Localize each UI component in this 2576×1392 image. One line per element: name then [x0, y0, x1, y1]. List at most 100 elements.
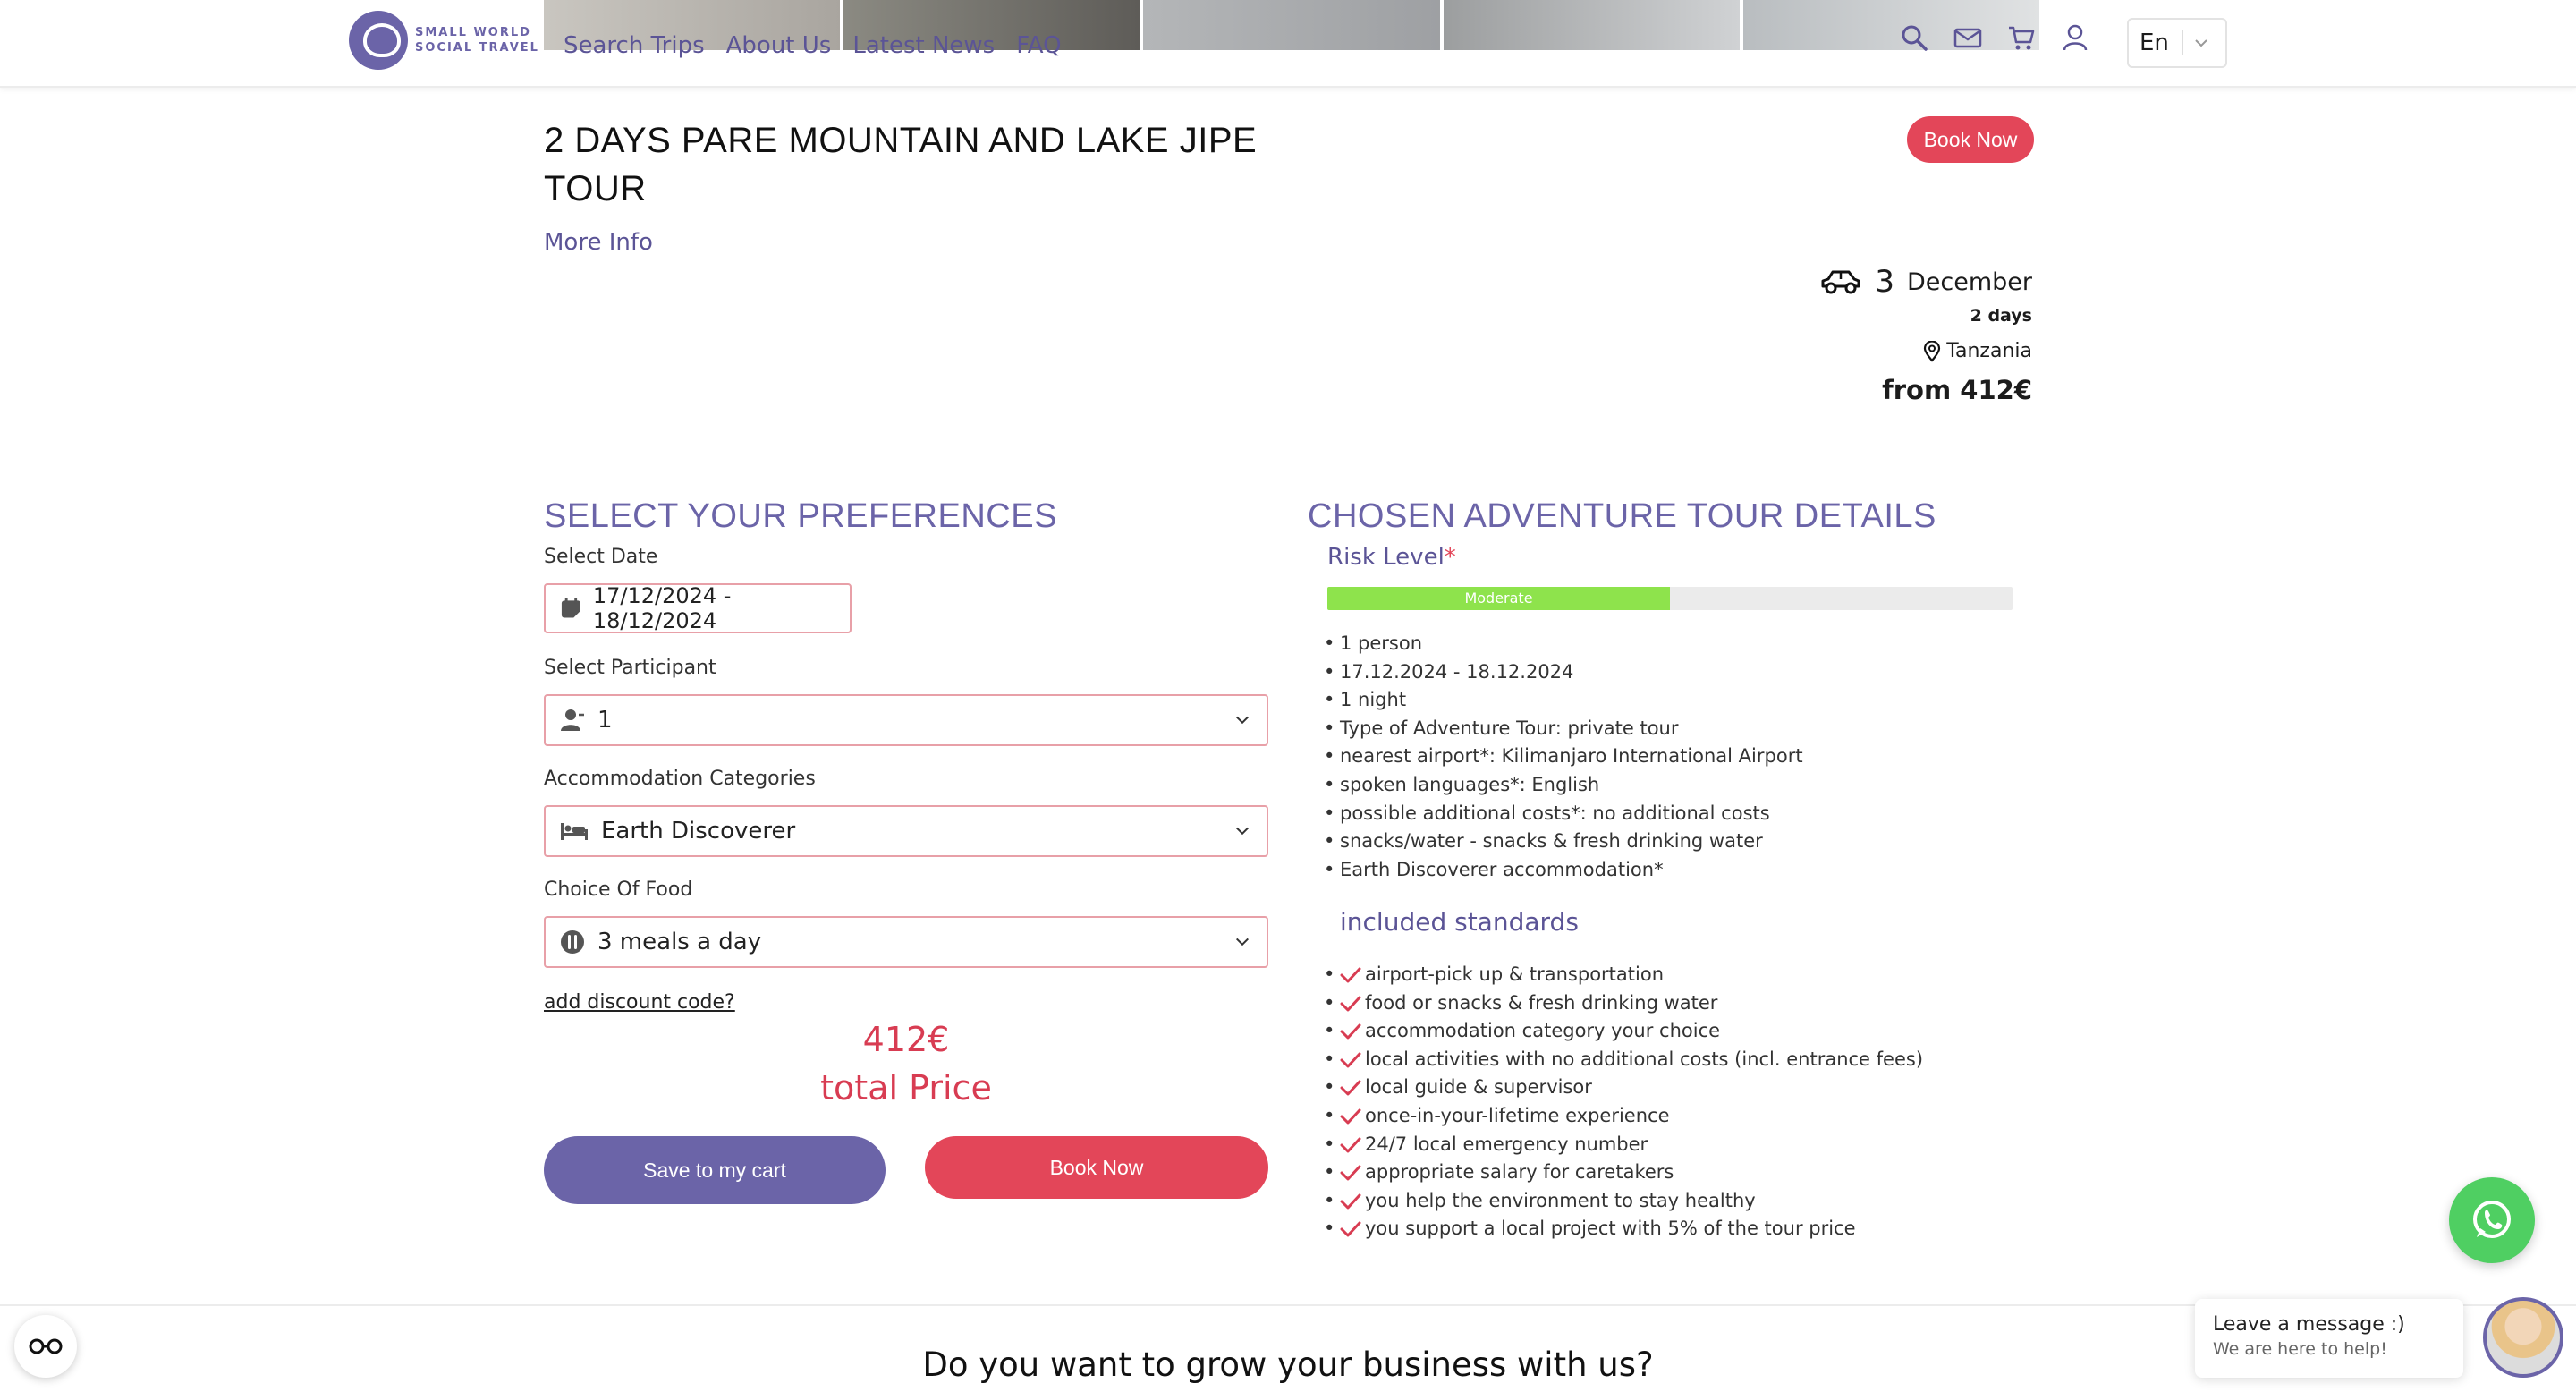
food-select[interactable]: 3 meals a day	[544, 916, 1268, 968]
book-now-top-button[interactable]: Book Now	[1907, 116, 2034, 163]
heart-logo-icon	[349, 11, 408, 70]
included-standard-item: 24/7 local emergency number	[1324, 1131, 1923, 1159]
participant-value: 1	[597, 707, 613, 734]
language-select[interactable]: En	[2127, 18, 2227, 68]
trip-date-row: 3 December	[1819, 261, 2032, 302]
checkmark-icon	[1340, 1193, 1361, 1210]
section-divider	[0, 1304, 2576, 1306]
trip-title: 2 DAYS PARE MOUNTAIN AND LAKE JIPE TOUR	[544, 121, 1258, 208]
checkmark-icon	[1340, 1137, 1361, 1153]
calendar-icon	[561, 598, 580, 618]
chevron-down-icon	[1235, 827, 1250, 836]
more-info-link[interactable]: More Info	[544, 229, 653, 256]
preferences-title: SELECT YOUR PREFERENCES	[544, 497, 1057, 535]
food-value: 3 meals a day	[597, 929, 762, 955]
risk-level-fill: Moderate	[1327, 587, 1670, 610]
included-standards-title: included standards	[1340, 907, 1579, 937]
discount-code-link[interactable]: add discount code?	[544, 991, 735, 1014]
included-standard-item: appropriate salary for caretakers	[1324, 1159, 1923, 1187]
nav-faq[interactable]: FAQ	[1016, 32, 1061, 59]
cutlery-icon	[561, 930, 584, 954]
checkmark-icon	[1340, 1052, 1361, 1068]
trip-meta: 3 December 2 days Tanzania from 412€	[1819, 261, 2032, 405]
tour-detail-item: possible additional costs*: no additiona…	[1324, 800, 1803, 828]
chat-subtitle: We are here to help!	[2213, 1339, 2387, 1359]
trip-country-row: Tanzania	[1819, 340, 2032, 362]
grow-business-heading: Do you want to grow your business with u…	[922, 1345, 1654, 1384]
participant-select[interactable]: 1	[544, 694, 1268, 746]
hero-image-tile	[1443, 0, 1740, 50]
tour-detail-item: nearest airport*: Kilimanjaro Internatio…	[1324, 743, 1803, 771]
included-standard-item: once-in-your-lifetime experience	[1324, 1102, 1923, 1131]
risk-level-label: Risk Level*	[1327, 544, 1456, 571]
hero-image-tile	[1143, 0, 1440, 50]
nav-search-trips[interactable]: Search Trips	[564, 32, 705, 59]
tour-detail-item: 17.12.2024 - 18.12.2024	[1324, 658, 1803, 687]
included-standards-list: airport-pick up & transportation food or …	[1324, 961, 1924, 1243]
food-label: Choice Of Food	[544, 878, 693, 901]
site-header: SMALL WORLD SOCIAL TRAVEL Search Trips A…	[0, 0, 2576, 88]
location-pin-icon	[1924, 340, 1941, 362]
whatsapp-button[interactable]	[2449, 1177, 2535, 1263]
included-standard-item: local guide & supervisor	[1324, 1074, 1923, 1102]
chat-agent-avatar[interactable]	[2483, 1297, 2563, 1378]
risk-level-text: Risk Level	[1327, 544, 1445, 571]
checkmark-icon	[1340, 996, 1361, 1012]
tour-details-title: CHOSEN ADVENTURE TOUR DETAILS	[1308, 497, 1936, 535]
trip-duration: 2 days	[1970, 306, 2032, 326]
accommodation-value: Earth Discoverer	[601, 818, 796, 845]
tour-detail-item: Earth Discoverer accommodation*	[1324, 856, 1803, 885]
language-divider	[2181, 30, 2183, 55]
included-standard-text: you help the environment to stay healthy	[1365, 1189, 1756, 1211]
main-nav: Search Trips About Us Latest News FAQ	[564, 32, 1062, 59]
tour-detail-item: spoken languages*: English	[1324, 771, 1803, 800]
date-range-input[interactable]: 17/12/2024 - 18/12/2024	[544, 583, 852, 633]
included-standard-item: you support a local project with 5% of t…	[1324, 1215, 1923, 1243]
user-icon[interactable]	[2061, 23, 2089, 52]
car-icon	[1821, 270, 1860, 294]
whatsapp-icon	[2473, 1201, 2511, 1238]
included-standard-text: local guide & supervisor	[1365, 1076, 1592, 1099]
trip-day-number: 3	[1875, 264, 1894, 300]
accommodation-label: Accommodation Categories	[544, 768, 816, 790]
included-standard-item: local activities with no additional cost…	[1324, 1046, 1924, 1074]
included-standard-item: food or snacks & fresh drinking water	[1324, 989, 1923, 1018]
tour-detail-item: 1 night	[1324, 686, 1803, 715]
included-standard-text: appropriate salary for caretakers	[1365, 1161, 1674, 1184]
included-standard-text: once-in-your-lifetime experience	[1365, 1104, 1670, 1126]
accessibility-button[interactable]	[14, 1315, 77, 1378]
cart-icon[interactable]	[2007, 23, 2036, 52]
brand-logo[interactable]: SMALL WORLD SOCIAL TRAVEL	[349, 11, 539, 70]
checkmark-icon	[1340, 1108, 1361, 1125]
participant-label: Select Participant	[544, 657, 716, 679]
chevron-down-icon	[1235, 716, 1250, 725]
logo-line-1: SMALL WORLD	[415, 26, 531, 39]
person-icon	[561, 709, 584, 731]
total-price-amount: 412€	[862, 1020, 950, 1059]
included-standard-item: you help the environment to stay healthy	[1324, 1187, 1923, 1216]
nav-latest-news[interactable]: Latest News	[852, 32, 995, 59]
logo-text: SMALL WORLD SOCIAL TRAVEL	[415, 25, 539, 55]
trip-country: Tanzania	[1946, 340, 2032, 362]
nav-about-us[interactable]: About Us	[726, 32, 832, 59]
tour-detail-list: 1 person17.12.2024 - 18.12.20241 nightTy…	[1324, 630, 1803, 885]
book-now-button[interactable]: Book Now	[925, 1136, 1268, 1199]
date-label: Select Date	[544, 546, 658, 568]
tour-detail-item: Type of Adventure Tour: private tour	[1324, 715, 1803, 743]
language-value: En	[2140, 30, 2169, 56]
checkmark-icon	[1340, 967, 1361, 983]
chevron-down-icon	[1235, 938, 1250, 946]
chat-prompt[interactable]: Leave a message :) We are here to help!	[2195, 1299, 2463, 1378]
checkmark-icon	[1340, 1221, 1361, 1237]
search-icon[interactable]	[1900, 23, 1928, 52]
included-standard-item: airport-pick up & transportation	[1324, 961, 1923, 989]
included-standard-text: airport-pick up & transportation	[1365, 963, 1665, 985]
header-tools	[1900, 23, 2089, 52]
bed-icon	[561, 823, 588, 840]
save-to-cart-button[interactable]: Save to my cart	[544, 1136, 886, 1204]
included-standard-item: accommodation category your choice	[1324, 1017, 1923, 1046]
included-standard-text: local activities with no additional cost…	[1365, 1048, 1924, 1070]
mail-icon[interactable]	[1953, 23, 1982, 52]
accommodation-select[interactable]: Earth Discoverer	[544, 805, 1268, 857]
chevron-down-icon	[2195, 39, 2207, 47]
